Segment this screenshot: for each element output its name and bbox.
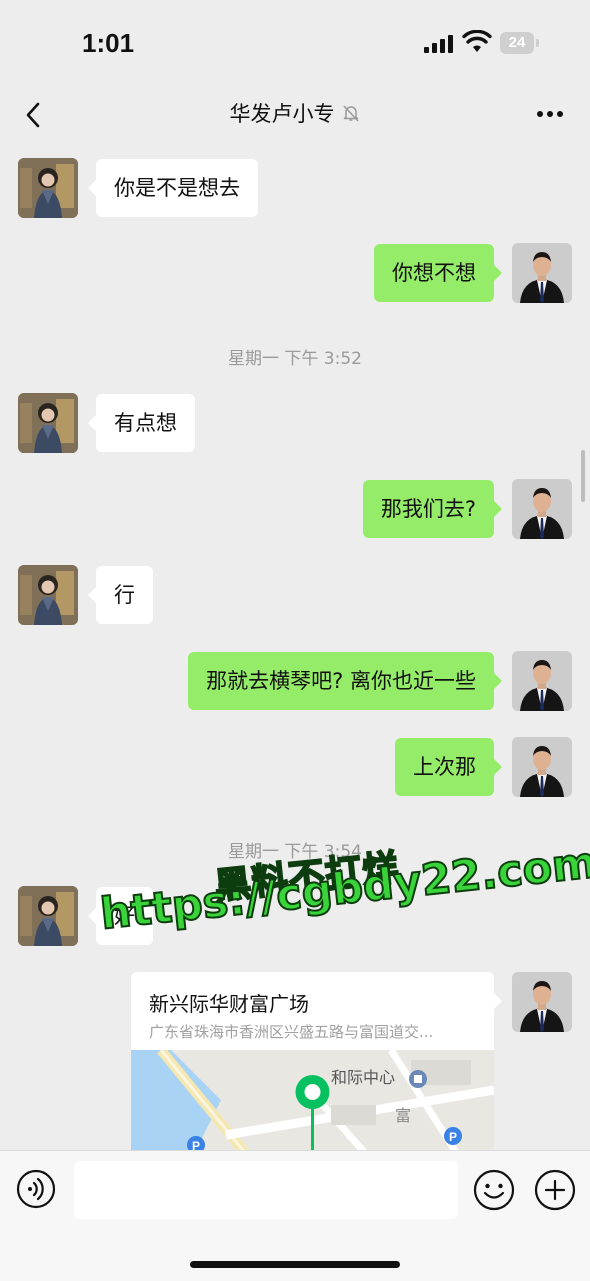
add-attachment-icon[interactable] <box>534 1169 576 1211</box>
mute-bell-icon <box>342 105 359 122</box>
location-card-tail <box>494 993 502 1009</box>
contact-avatar[interactable] <box>18 886 78 946</box>
my-avatar[interactable] <box>512 651 572 711</box>
message-timestamp: 星期一 下午 3:52 <box>228 349 362 369</box>
chat-input-bar <box>0 1150 590 1281</box>
my-avatar[interactable] <box>512 737 572 797</box>
incoming-message[interactable]: 行 <box>88 566 153 624</box>
location-message-card[interactable]: 新兴际华财富广场 广东省珠海市香洲区兴盛五路与富国道交... P P 和际中心 … <box>131 972 494 1152</box>
more-options-icon[interactable] <box>536 110 564 118</box>
my-avatar[interactable] <box>512 479 572 539</box>
status-bar: 1:01 24 <box>0 0 590 90</box>
emoji-icon[interactable] <box>473 1169 515 1211</box>
incoming-message[interactable]: 你是不是想去 <box>88 159 258 217</box>
scroll-indicator[interactable] <box>581 450 585 502</box>
chat-header: 华发卢小专 <box>0 88 590 142</box>
wifi-icon <box>462 30 492 52</box>
message-input[interactable] <box>74 1161 458 1219</box>
contact-avatar[interactable] <box>18 393 78 453</box>
contact-avatar[interactable] <box>18 565 78 625</box>
status-time: 1:01 <box>82 28 135 58</box>
outgoing-message[interactable]: 那我们去? <box>362 480 503 538</box>
battery-icon: 24 <box>500 32 539 54</box>
incoming-message[interactable]: 有点想 <box>88 394 195 452</box>
svg-text:P: P <box>449 1130 457 1144</box>
outgoing-message[interactable]: 你想不想 <box>374 244 502 302</box>
contact-avatar[interactable] <box>18 158 78 218</box>
my-avatar[interactable] <box>512 243 572 303</box>
cellular-signal-icon <box>424 35 453 53</box>
map-place-label: 和际中心 <box>331 1068 396 1087</box>
home-indicator[interactable] <box>190 1261 400 1268</box>
my-avatar[interactable] <box>512 972 572 1032</box>
location-address: 广东省珠海市香洲区兴盛五路与富国道交... <box>149 1023 434 1041</box>
map-street-label: 富 <box>395 1106 412 1125</box>
location-map: P P <box>131 1050 494 1152</box>
location-name: 新兴际华财富广场 <box>149 992 309 1016</box>
battery-level: 24 <box>508 34 526 51</box>
chat-title: 华发卢小专 <box>229 102 335 126</box>
voice-input-icon[interactable] <box>16 1169 56 1209</box>
chat-title-container: 华发卢小专 <box>0 98 590 128</box>
outgoing-message[interactable]: 上次那 <box>395 738 502 796</box>
outgoing-message[interactable]: 那就去横琴吧? 离你也近一些 <box>188 652 502 710</box>
